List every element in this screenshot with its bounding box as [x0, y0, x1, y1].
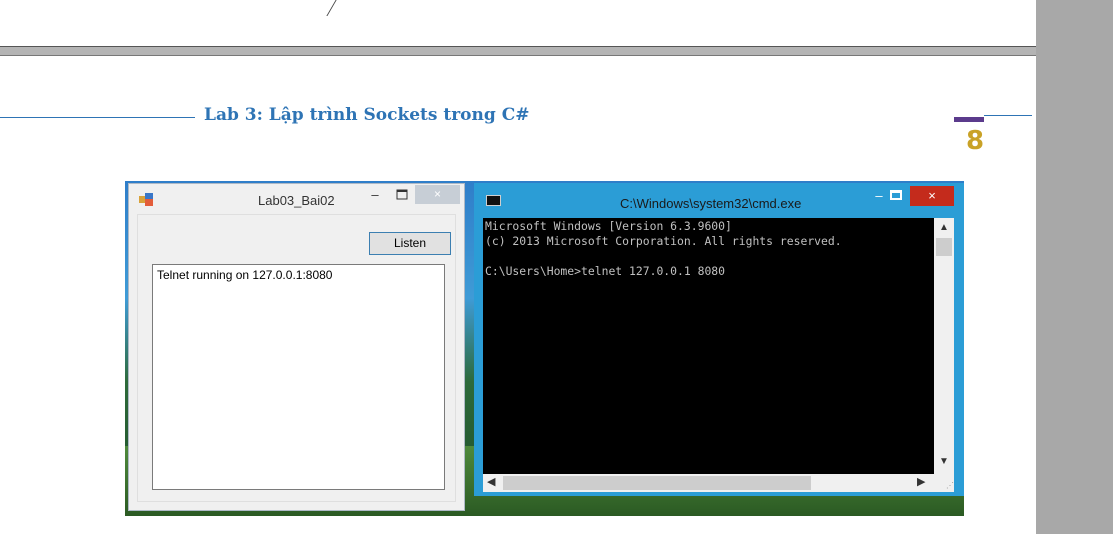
- form-window: Lab03_Bai02 – × Listen Telnet running on…: [128, 183, 465, 511]
- console-output[interactable]: Microsoft Windows [Version 6.3.9600] (c)…: [483, 218, 934, 474]
- scroll-down-arrow-icon[interactable]: ▼: [934, 456, 954, 470]
- console-line: (c) 2013 Microsoft Corporation. All righ…: [485, 234, 842, 248]
- listen-button[interactable]: Listen: [369, 232, 451, 255]
- cmd-close-button[interactable]: ×: [910, 186, 954, 206]
- console-line: C:\Users\Home>telnet 127.0.0.1 8080: [485, 264, 726, 278]
- app-icon: [139, 193, 153, 206]
- minimize-button[interactable]: –: [364, 187, 386, 205]
- cmd-title: C:\Windows\system32\cmd.exe: [620, 196, 802, 211]
- page-number-rule: [984, 115, 1032, 116]
- header-rule: [0, 117, 195, 118]
- horizontal-scroll-thumb[interactable]: [503, 476, 811, 490]
- vertical-scrollbar[interactable]: ▲ ▼: [934, 218, 954, 474]
- scroll-up-arrow-icon[interactable]: ▲: [934, 222, 954, 236]
- scroll-left-arrow-icon[interactable]: ◀: [487, 475, 501, 491]
- cmd-window: C:\Windows\system32\cmd.exe – × Microsof…: [474, 183, 964, 496]
- previous-page: [0, 0, 1036, 47]
- console-line: Microsoft Windows [Version 6.3.9600]: [485, 219, 732, 233]
- form-title: Lab03_Bai02: [258, 193, 335, 208]
- cmd-maximize-button[interactable]: [890, 190, 902, 200]
- page-gap: [0, 47, 1036, 55]
- vertical-scroll-thumb[interactable]: [936, 238, 952, 256]
- cmd-titlebar[interactable]: C:\Windows\system32\cmd.exe – ×: [474, 183, 964, 215]
- page-mark: [326, 0, 337, 16]
- output-textbox[interactable]: Telnet running on 127.0.0.1:8080: [152, 264, 445, 490]
- scroll-margin: [1036, 0, 1113, 534]
- cmd-minimize-button[interactable]: –: [870, 188, 888, 204]
- horizontal-scrollbar[interactable]: ◀ ▶: [483, 474, 934, 492]
- page-number: 8: [966, 126, 985, 156]
- cmd-icon: [486, 195, 501, 206]
- form-titlebar[interactable]: Lab03_Bai02 – ×: [129, 184, 464, 214]
- maximize-button[interactable]: [391, 187, 413, 205]
- page-header-title: Lab 3: Lập trình Sockets trong C#: [204, 105, 530, 125]
- form-client-area: Listen Telnet running on 127.0.0.1:8080: [137, 214, 456, 502]
- close-button[interactable]: ×: [415, 185, 460, 204]
- page-number-bar: [954, 117, 984, 122]
- scroll-right-arrow-icon[interactable]: ▶: [917, 475, 931, 491]
- resize-grip-icon[interactable]: ⋰: [934, 474, 954, 492]
